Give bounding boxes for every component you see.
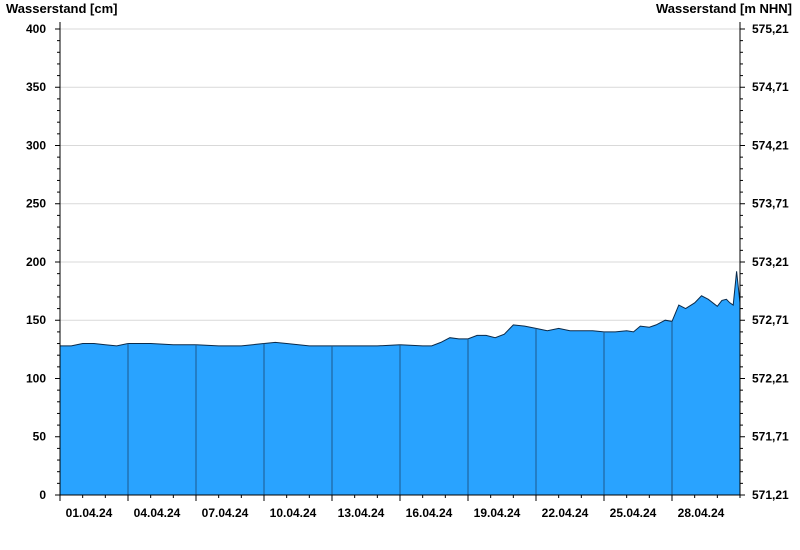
y-tick-label-left: 0 <box>39 488 46 502</box>
x-tick-label: 16.04.24 <box>406 506 453 520</box>
x-tick-label: 07.04.24 <box>202 506 249 520</box>
y-tick-label-right: 571,71 <box>752 430 789 444</box>
x-tick-label: 04.04.24 <box>134 506 181 520</box>
x-tick-label: 28.04.24 <box>678 506 725 520</box>
y-tick-label-left: 350 <box>26 80 46 94</box>
x-tick-label: 13.04.24 <box>338 506 385 520</box>
y-tick-label-left: 50 <box>33 430 47 444</box>
y-tick-label-right: 572,71 <box>752 313 789 327</box>
x-tick-label: 19.04.24 <box>474 506 521 520</box>
y-ticks-left: 0 50 100 150 200 250 300 350 400 <box>26 22 60 502</box>
y-tick-label-left: 100 <box>26 371 46 385</box>
y-ticks-right: 571,21 571,71 572,21 572,71 573,21 573,71 574,… <box>740 22 789 502</box>
y-tick-label-left: 200 <box>26 255 46 269</box>
x-ticks: 01.04.24 04.04.24 07.04.24 10.04.24 13.04.24… <box>59 495 741 520</box>
y-tick-label-right: 572,21 <box>752 371 789 385</box>
x-tick-label: 01.04.24 <box>66 506 113 520</box>
y-tick-label-left: 400 <box>26 22 46 36</box>
y-tick-label-right: 574,21 <box>752 138 789 152</box>
y-tick-label-right: 574,71 <box>752 80 789 94</box>
y-tick-label-right: 573,71 <box>752 197 789 211</box>
y-tick-label-right: 575,21 <box>752 22 789 36</box>
x-tick-label: 10.04.24 <box>270 506 317 520</box>
y-tick-label-left: 250 <box>26 197 46 211</box>
y-tick-label-left: 150 <box>26 313 46 327</box>
y-tick-label-right: 573,21 <box>752 255 789 269</box>
y-tick-label-left: 300 <box>26 138 46 152</box>
x-tick-label: 22.04.24 <box>542 506 589 520</box>
y-tick-label-right: 571,21 <box>752 488 789 502</box>
x-tick-label: 25.04.24 <box>610 506 657 520</box>
water-level-chart: 0 50 100 150 200 250 300 350 400 571,21 571,71 572… <box>26 22 789 520</box>
